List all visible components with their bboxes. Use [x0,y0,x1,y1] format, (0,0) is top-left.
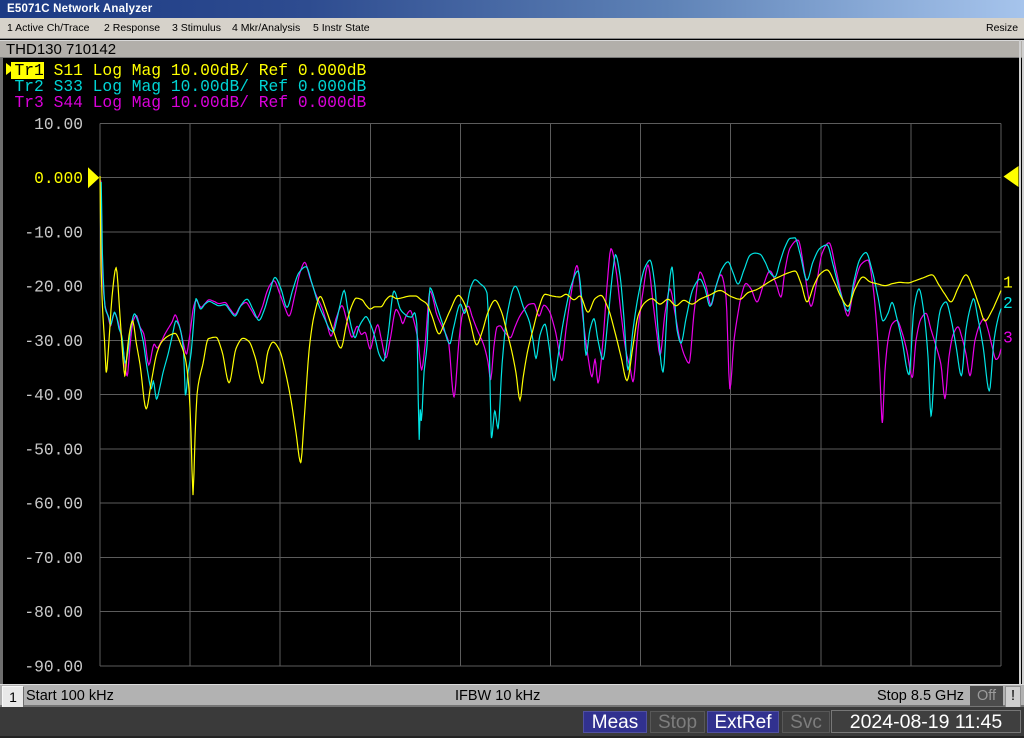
svg-text:0.000: 0.000 [34,169,83,188]
svg-text:-30.00: -30.00 [24,332,83,351]
svg-text:-40.00: -40.00 [24,386,83,405]
svg-text:-10.00: -10.00 [24,223,83,242]
svg-text:-80.00: -80.00 [24,603,83,622]
svg-text:-60.00: -60.00 [24,495,83,514]
svg-text:1: 1 [1003,274,1013,293]
svg-text:-50.00: -50.00 [24,440,83,459]
svg-text:-70.00: -70.00 [24,549,83,568]
svg-text:-90.00: -90.00 [24,657,83,676]
svg-text:3: 3 [1003,329,1013,348]
svg-text:-20.00: -20.00 [24,278,83,297]
svg-text:2: 2 [1003,294,1013,313]
svg-text:10.00: 10.00 [34,115,83,134]
